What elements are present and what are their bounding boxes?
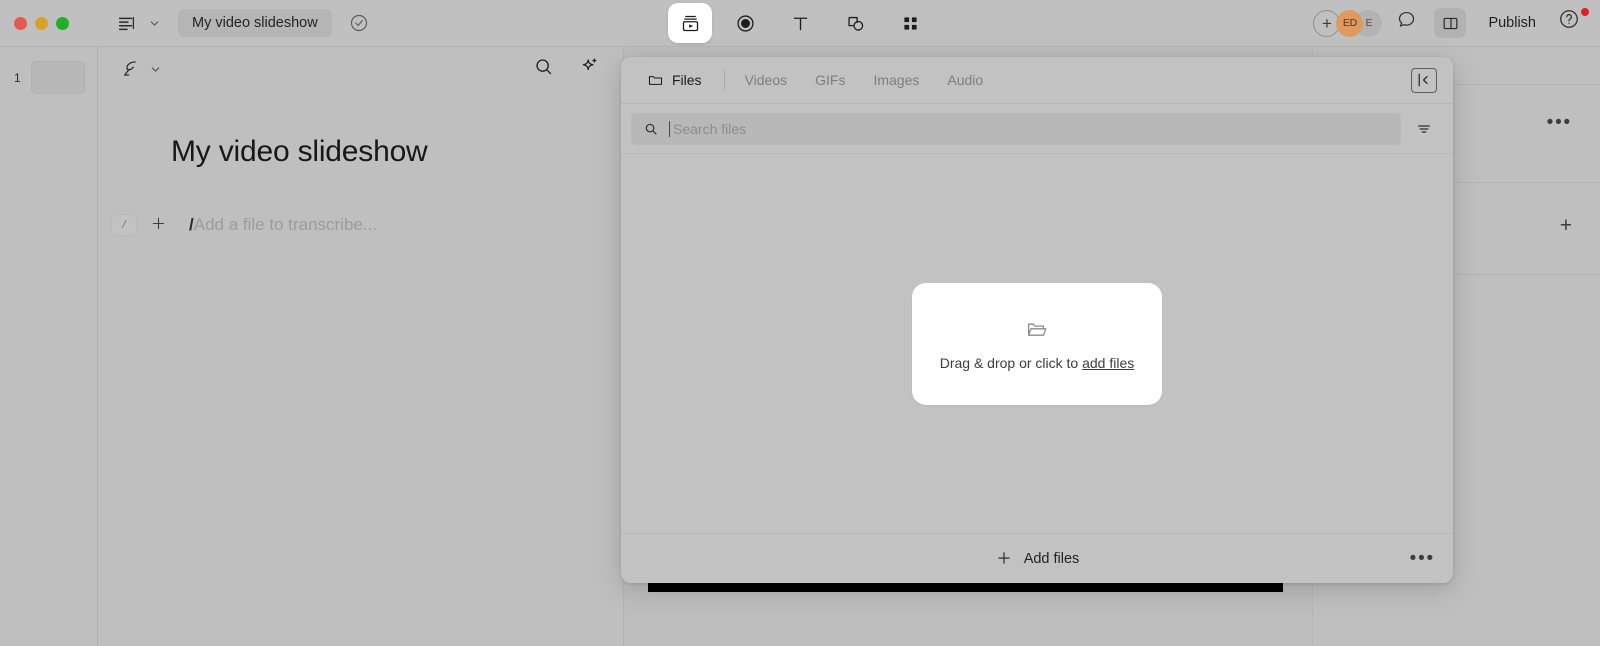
sparkle-ai-icon[interactable]	[579, 56, 607, 84]
chevron-down-icon[interactable]	[146, 10, 162, 36]
search-placeholder: Search files	[673, 120, 747, 137]
slide-thumbnail-item[interactable]: 1	[0, 47, 97, 94]
tab-audio[interactable]: Audio	[933, 72, 997, 88]
shapes-tool[interactable]	[833, 3, 877, 43]
editor-pane: My video slideshow / /Add a file to tran…	[99, 47, 624, 646]
avatar[interactable]: ED	[1336, 9, 1364, 37]
comment-bubble-icon[interactable]	[1396, 8, 1426, 38]
text-caret	[669, 120, 670, 137]
slide-rail: 1	[0, 47, 98, 646]
collaborator-avatars: ED E	[1336, 9, 1383, 37]
add-files-button[interactable]: Add files	[995, 549, 1080, 568]
plus-icon[interactable]: +	[1560, 215, 1572, 236]
dropzone-text-prefix: Drag & drop or click to	[939, 354, 1083, 371]
search-input[interactable]: Search files	[631, 112, 1401, 145]
block-placeholder[interactable]: /Add a file to transcribe...	[189, 215, 377, 235]
media-panel-body: Drag & drop or click to add files	[621, 154, 1453, 533]
text-tool[interactable]	[778, 3, 822, 43]
tab-gifs[interactable]: GIFs	[801, 72, 859, 88]
check-circle-icon[interactable]	[346, 10, 372, 36]
slide-number: 1	[14, 70, 21, 85]
collapse-panel-left-icon[interactable]	[1411, 67, 1437, 93]
tab-files[interactable]: Files	[639, 72, 716, 89]
editor-empty-block: / /Add a file to transcribe...	[111, 214, 623, 236]
file-dropzone[interactable]: Drag & drop or click to add files	[912, 282, 1162, 405]
more-horizontal-icon[interactable]: •••	[1547, 113, 1572, 132]
dropzone-label: Drag & drop or click to add files	[940, 355, 1135, 371]
app-root: My video slideshow + ED E Publish 1 My v…	[0, 0, 1600, 646]
tool-switcher	[668, 3, 932, 43]
record-tool[interactable]	[723, 3, 767, 43]
media-panel-footer: Add files •••	[621, 533, 1453, 583]
media-panel-search-row: Search files	[621, 104, 1453, 154]
slash-command-chip[interactable]: /	[111, 214, 137, 236]
plus-icon	[995, 549, 1014, 568]
window-traffic-lights	[14, 16, 69, 30]
folder-icon	[647, 72, 664, 89]
help-button[interactable]	[1558, 8, 1589, 38]
quill-pen-icon[interactable]	[119, 58, 143, 82]
tab-images[interactable]: Images	[859, 72, 933, 88]
grid-tool[interactable]	[888, 3, 932, 43]
add-files-link[interactable]: add files	[1082, 355, 1134, 371]
media-panel-tabs: Files Videos GIFs Images Audio	[621, 57, 1453, 104]
tab-label: Files	[672, 72, 702, 88]
search-icon[interactable]	[533, 56, 561, 84]
document-title[interactable]: My video slideshow	[178, 9, 332, 37]
top-bar: My video slideshow + ED E Publish	[0, 0, 1600, 47]
folder-open-icon	[1025, 317, 1049, 341]
editor-toolbar	[99, 47, 623, 93]
sidebar-lines-icon[interactable]	[114, 10, 140, 36]
right-panel-icon[interactable]	[1434, 8, 1467, 38]
top-bar-left-group: My video slideshow	[114, 9, 372, 37]
question-circle-icon	[1558, 10, 1580, 34]
search-icon	[643, 121, 659, 137]
top-bar-right-group: + ED E Publish	[1313, 8, 1589, 38]
filter-lines-icon[interactable]	[1409, 114, 1439, 144]
window-close-button[interactable]	[14, 16, 27, 30]
tab-videos[interactable]: Videos	[731, 72, 802, 88]
add-files-label: Add files	[1023, 550, 1080, 567]
window-zoom-button[interactable]	[56, 16, 69, 30]
media-library-panel: Files Videos GIFs Images Audio Search fi…	[621, 57, 1453, 583]
placeholder-label: Add a file to transcribe...	[193, 215, 378, 234]
page-title[interactable]: My video slideshow	[171, 135, 623, 169]
window-minimize-button[interactable]	[35, 16, 48, 30]
notification-badge	[1581, 8, 1589, 16]
tab-divider	[723, 69, 725, 91]
plus-icon[interactable]	[149, 214, 171, 236]
more-horizontal-icon[interactable]: •••	[1410, 549, 1435, 568]
slide-preview[interactable]	[31, 61, 85, 94]
publish-button[interactable]: Publish	[1474, 15, 1550, 31]
chevron-down-icon[interactable]	[149, 63, 163, 77]
media-slideshow-tool[interactable]	[668, 3, 712, 43]
